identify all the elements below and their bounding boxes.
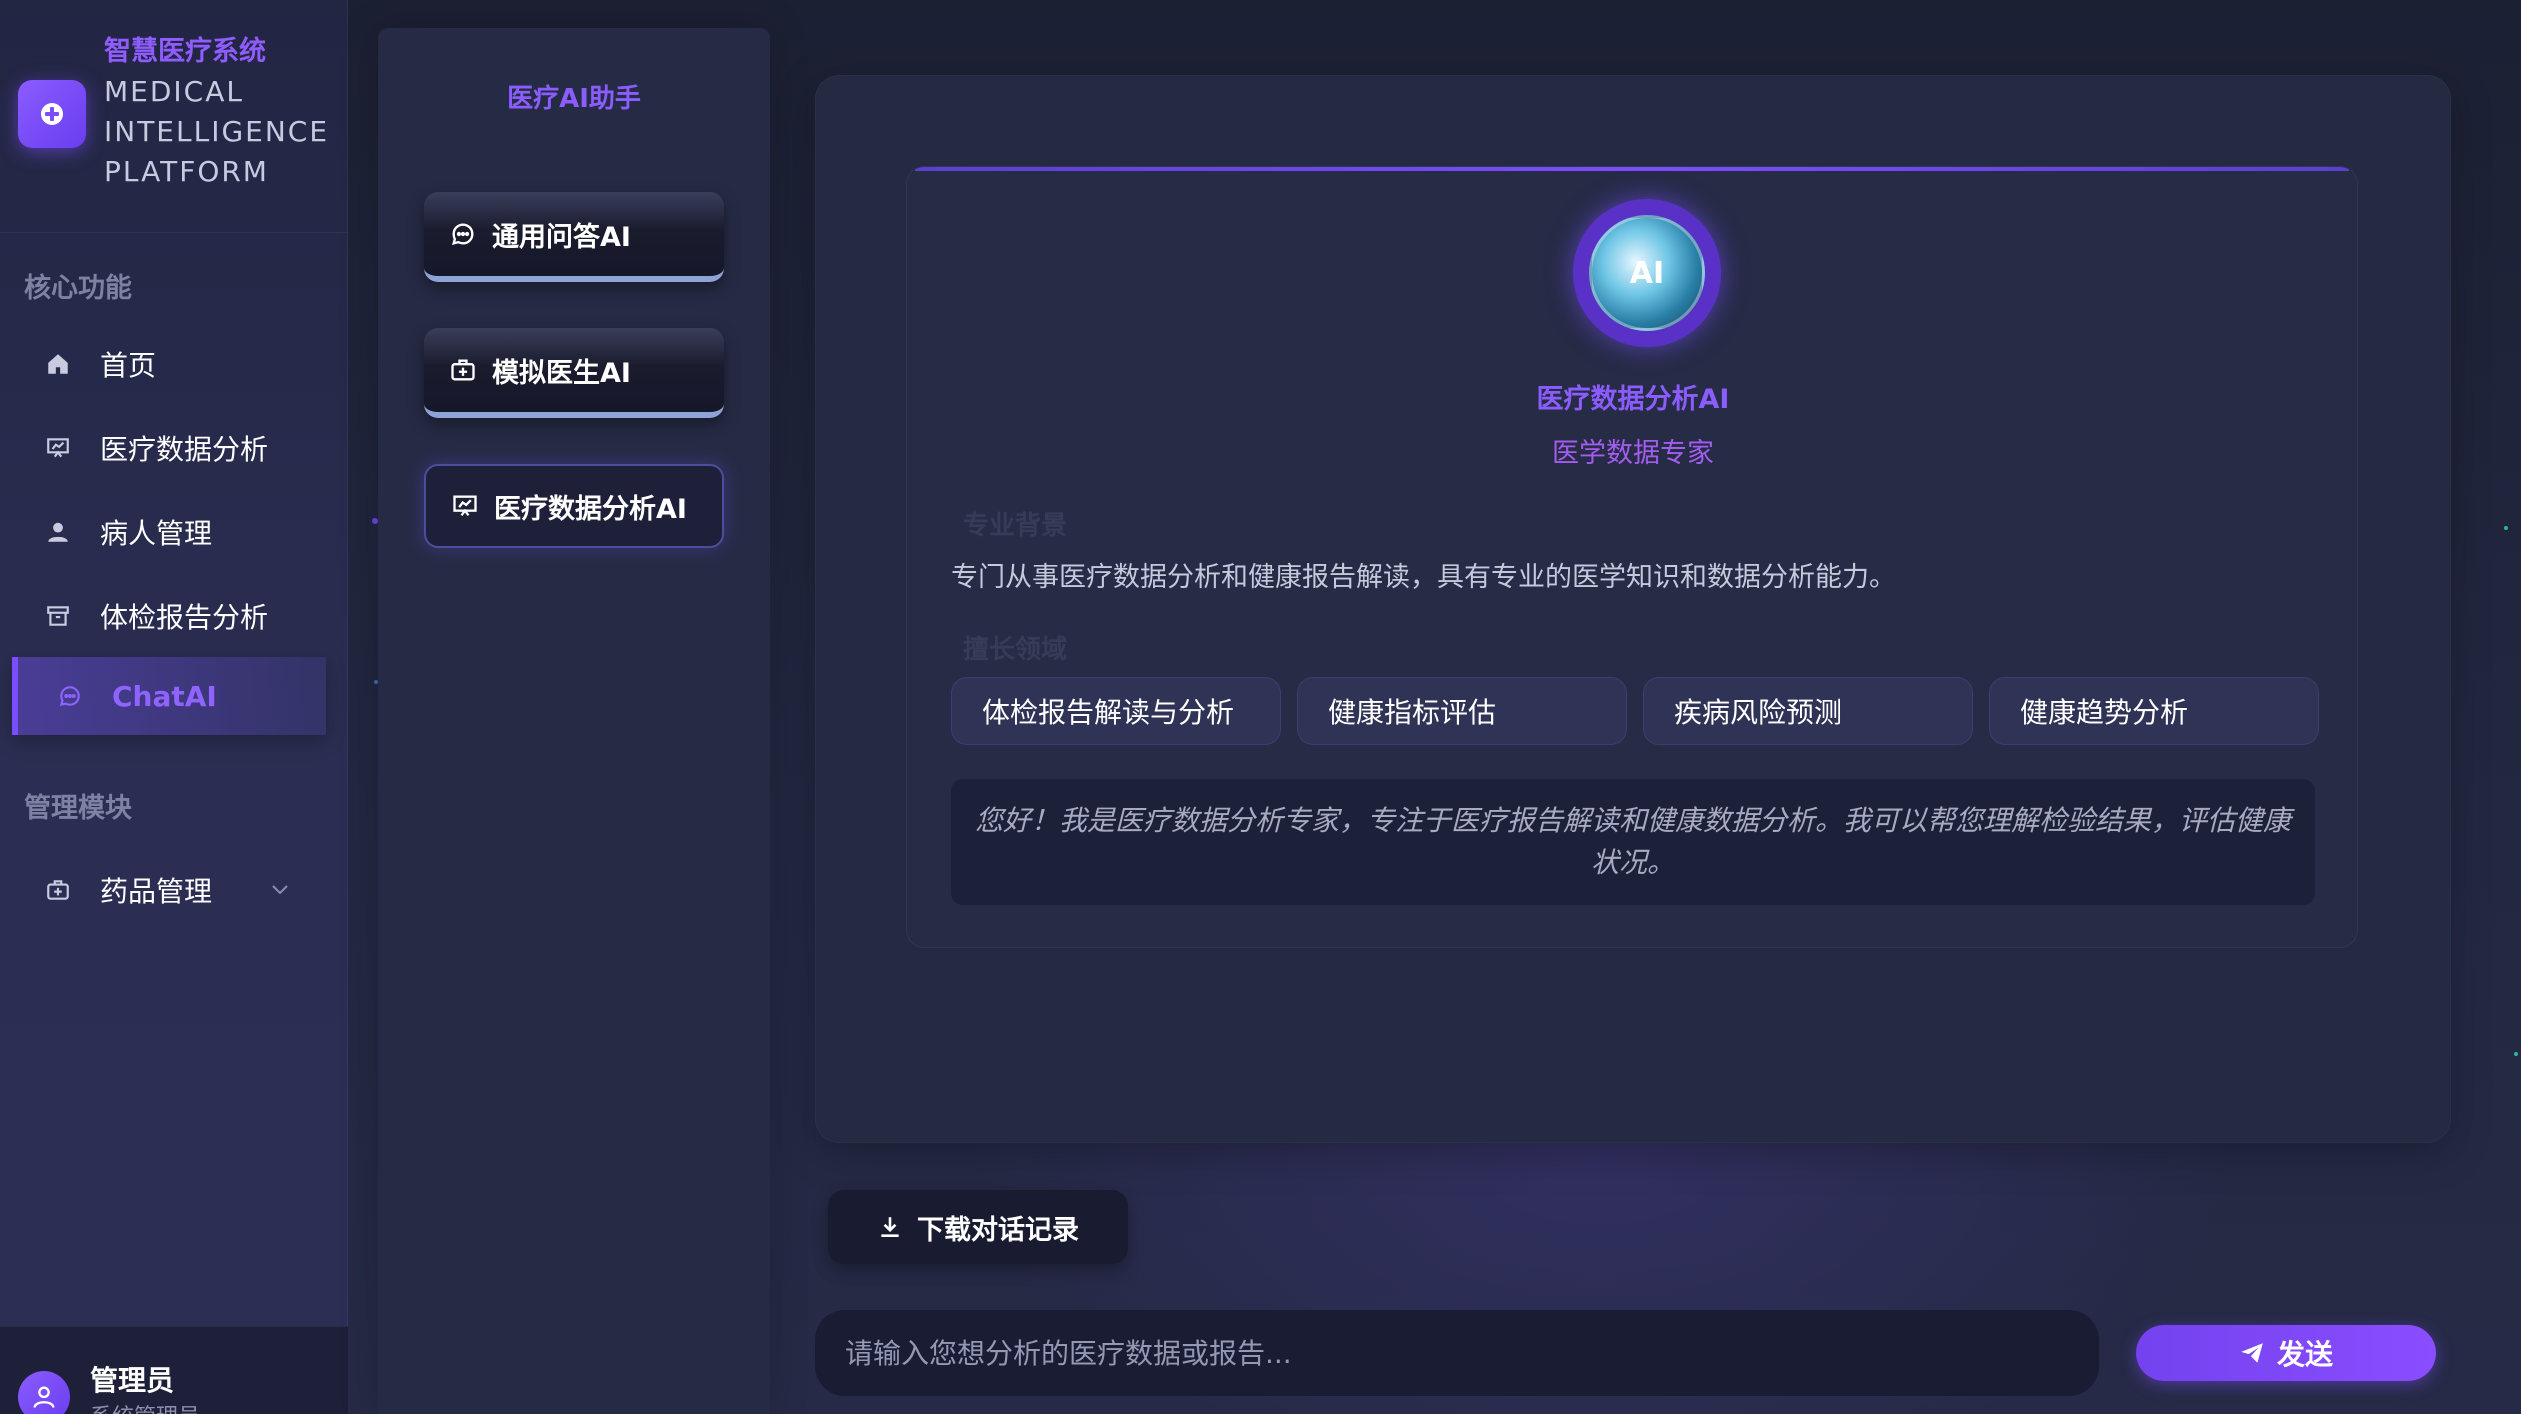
- decorative-dot: [2504, 526, 2508, 530]
- decorative-dot: [372, 518, 378, 524]
- sidebar-item-patient-management[interactable]: 病人管理: [12, 493, 326, 571]
- chat-message-input[interactable]: [815, 1310, 2099, 1396]
- assistant-button-label: 模拟医生AI: [492, 357, 631, 389]
- brand: 智慧医疗系统 MEDICAL INTELLIGENCE PLATFORM: [18, 32, 329, 192]
- expertise-label: 擅长领域: [963, 635, 1068, 665]
- sidebar-item-drug-management[interactable]: 药品管理: [12, 851, 326, 929]
- sidebar-item-label: 体检报告分析: [100, 601, 269, 634]
- agent-greeting-message: 您好！我是医疗数据分析专家，专注于医疗报告解读和健康数据分析。我可以帮您理解检验…: [951, 779, 2315, 905]
- expertise-tag: 健康指标评估: [1297, 677, 1627, 745]
- assistant-doctor-sim-button[interactable]: 模拟医生AI: [424, 328, 724, 418]
- assistant-button-label: 通用问答AI: [492, 221, 631, 253]
- chat-bubble-icon: [448, 219, 478, 249]
- assistant-data-analysis-button[interactable]: 医疗数据分析AI: [424, 464, 724, 548]
- paper-plane-icon: [2239, 1340, 2265, 1366]
- decorative-dot: [2514, 1052, 2518, 1056]
- brand-logo-icon: [18, 80, 86, 148]
- presentation-chart-icon: [42, 432, 74, 464]
- sidebar-item-label: 药品管理: [100, 875, 213, 908]
- expertise-tags: 体检报告解读与分析 健康指标评估 疾病风险预测 健康趋势分析: [951, 677, 2319, 745]
- decorative-dot: [374, 680, 378, 684]
- agent-name: 医疗数据分析AI: [1536, 384, 1730, 415]
- send-label: 发送: [2276, 1338, 2333, 1371]
- sidebar-item-chatai[interactable]: ChatAI: [12, 657, 326, 735]
- user-profile[interactable]: 管理员 系统管理员: [0, 1326, 348, 1414]
- sidebar: 智慧医疗系统 MEDICAL INTELLIGENCE PLATFORM 核心功…: [0, 0, 348, 1414]
- assistant-panel-title: 医疗AI助手: [507, 84, 641, 114]
- presentation-chart-icon: [450, 491, 480, 521]
- brand-name-en-line: PLATFORM: [104, 155, 269, 188]
- sidebar-item-home[interactable]: 首页: [12, 325, 326, 403]
- download-label: 下载对话记录: [917, 1214, 1079, 1246]
- brand-name-en-line: MEDICAL: [104, 75, 244, 108]
- expertise-tag: 疾病风险预测: [1643, 677, 1973, 745]
- brand-name-cn: 智慧医疗系统: [104, 36, 266, 67]
- user-role: 系统管理员: [90, 1399, 200, 1414]
- background-label: 专业背景: [963, 511, 1068, 541]
- assistant-general-qa-button[interactable]: 通用问答AI: [424, 192, 724, 282]
- chat-panel: AI 医疗数据分析AI 医学数据专家 专业背景 专门从事医疗数据分析和健康报告解…: [815, 75, 2451, 1143]
- section-title-core: 核心功能: [24, 273, 132, 304]
- sidebar-item-label: 首页: [100, 349, 157, 382]
- section-title-management: 管理模块: [24, 793, 132, 824]
- home-icon: [42, 348, 74, 380]
- chat-bubble-icon: [54, 680, 86, 712]
- agent-intro-card: AI 医疗数据分析AI 医学数据专家 专业背景 专门从事医疗数据分析和健康报告解…: [906, 166, 2358, 948]
- download-chat-history-button[interactable]: 下载对话记录: [828, 1190, 1128, 1264]
- chevron-down-icon[interactable]: [268, 875, 292, 908]
- send-button[interactable]: 发送: [2136, 1325, 2436, 1381]
- avatar: [18, 1371, 70, 1414]
- user-icon: [42, 516, 74, 548]
- brand-text: 智慧医疗系统 MEDICAL INTELLIGENCE PLATFORM: [104, 32, 329, 192]
- assistant-selector-panel: 医疗AI助手 通用问答AI 模拟医生AI 医疗数据分析AI: [378, 28, 770, 1414]
- user-name: 管理员: [90, 1364, 175, 1397]
- download-icon: [877, 1214, 903, 1240]
- sidebar-item-checkup-report-analysis[interactable]: 体检报告分析: [12, 577, 326, 655]
- agent-avatar: AI: [1573, 199, 1721, 347]
- sidebar-item-label: ChatAI: [112, 679, 217, 713]
- agent-avatar-image: AI: [1589, 215, 1705, 331]
- agent-subtitle: 医学数据专家: [1552, 438, 1714, 469]
- medical-kit-icon: [42, 874, 74, 906]
- archive-box-icon: [42, 600, 74, 632]
- sidebar-item-label: 病人管理: [100, 517, 213, 550]
- brand-name-en-line: INTELLIGENCE: [104, 115, 330, 148]
- agent-description: 专门从事医疗数据分析和健康报告解读，具有专业的医学知识和数据分析能力。: [951, 562, 1896, 593]
- expertise-tag: 体检报告解读与分析: [951, 677, 1281, 745]
- sidebar-item-medical-data-analysis[interactable]: 医疗数据分析: [12, 409, 326, 487]
- medical-kit-icon: [448, 355, 478, 385]
- brand-divider: [0, 232, 348, 233]
- assistant-button-label: 医疗数据分析AI: [494, 493, 687, 525]
- sidebar-item-label: 医疗数据分析: [100, 433, 269, 466]
- expertise-tag: 健康趋势分析: [1989, 677, 2319, 745]
